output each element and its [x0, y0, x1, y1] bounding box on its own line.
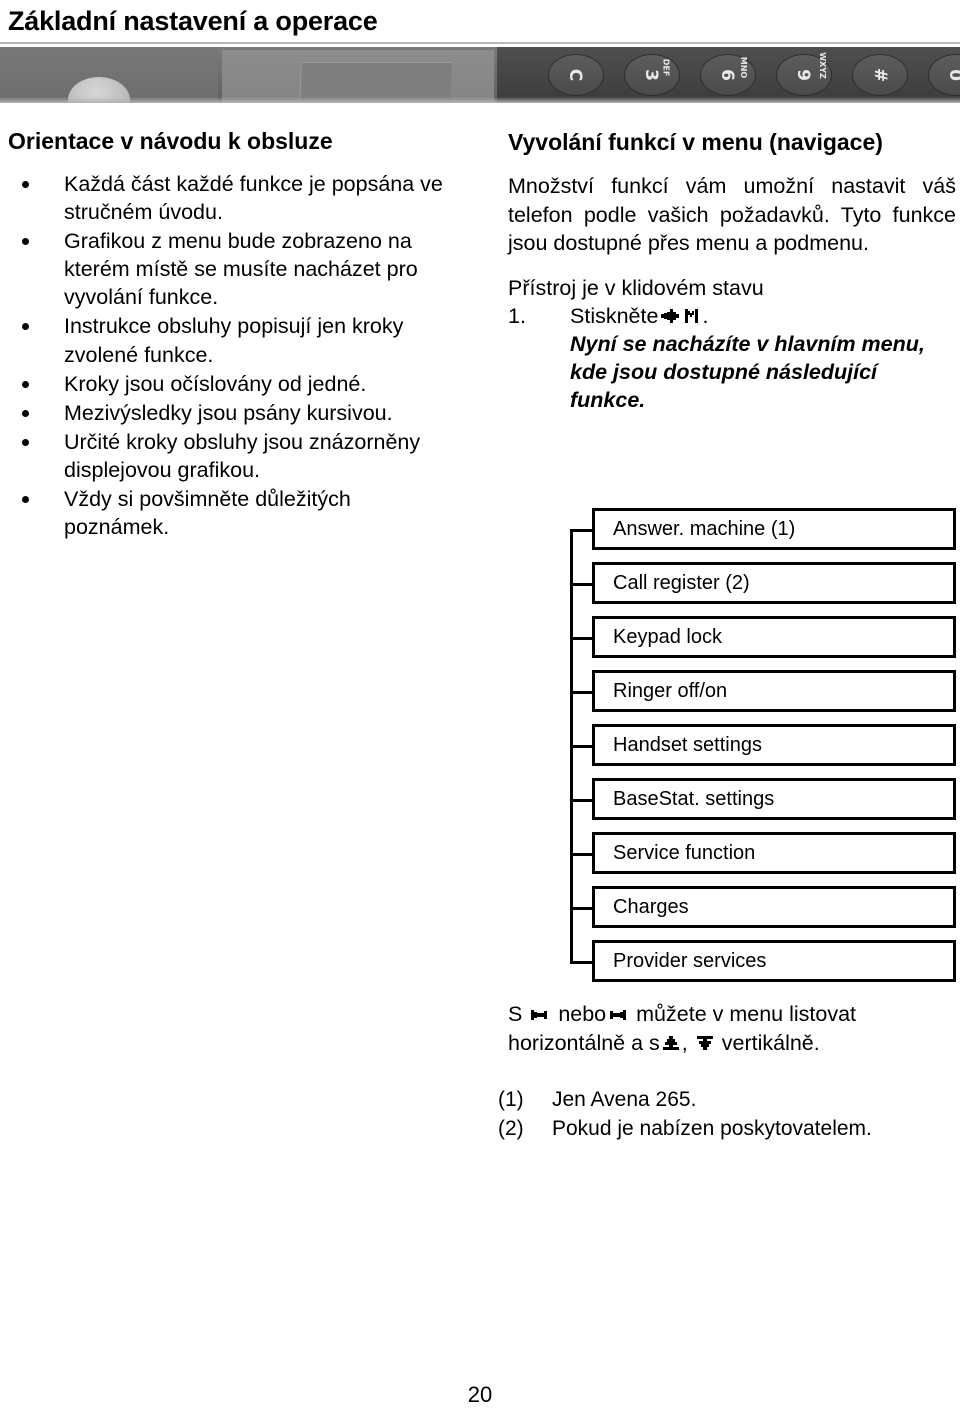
up-arrow-lcd-icon	[662, 1034, 680, 1052]
menu-node-box[interactable]: Answer. machine (1)	[592, 508, 956, 550]
tree-connector	[570, 583, 594, 586]
left-arrow-lcd-icon	[530, 1007, 550, 1023]
menu-node-box[interactable]: Ringer off/on	[592, 670, 956, 712]
closing-part-1: S	[508, 1002, 523, 1026]
tree-connector	[570, 691, 594, 694]
banner-key-glyph-6: 0	[945, 69, 960, 81]
tree-connector	[570, 637, 594, 640]
banner-right-region: C 3 6 9 # 0 DEF MNO WXYZ	[497, 47, 960, 103]
menu-node-label: BaseStat. settings	[613, 787, 775, 810]
menu-node-label: Handset settings	[613, 733, 762, 756]
menu-node-label: Answer. machine (1)	[613, 517, 796, 540]
left-section-heading: Orientace v návodu k obsluze	[8, 128, 333, 154]
banner-key-glyph-4: 9	[792, 69, 813, 81]
header-divider	[0, 42, 960, 44]
footnote-mark: (1)	[498, 1088, 524, 1111]
footnotes-block: (1) Jen Avena 265. (2) Pokud je nabízen …	[498, 1086, 958, 1144]
down-arrow-lcd-icon	[696, 1034, 714, 1052]
list-item: Určité kroky obsluhy jsou znázorněny dis…	[8, 428, 458, 484]
menu-node-box[interactable]: Provider services	[592, 940, 956, 982]
menu-node-box[interactable]: Keypad lock	[592, 616, 956, 658]
menu-node-box[interactable]: Call register (2)	[592, 562, 956, 604]
closing-part-4: vertikálně.	[721, 1030, 820, 1055]
banner-key-glyph-2: 3	[640, 69, 661, 81]
list-item: Kroky jsou očíslovány od jedné.	[8, 370, 458, 398]
list-item: Instrukce obsluhy popisují jen kroky zvo…	[8, 312, 458, 368]
step-1-row: 1. Stiskněte .	[508, 302, 956, 331]
right-section-heading: Vyvolání funkcí v menu (navigace)	[508, 129, 883, 155]
menu-node-label: Service function	[613, 841, 756, 864]
tree-connector	[570, 529, 594, 532]
menu-node[interactable]: Service function	[570, 832, 960, 878]
navigation-keys-note: S nebo můžete v menu listovat horizontál…	[508, 1000, 958, 1058]
menu-node-label: Ringer off/on	[613, 679, 728, 702]
menu-node-label: Call register (2)	[613, 571, 750, 594]
step-1-result-italic: Nyní se nacházíte v hlavním menu, kde js…	[570, 332, 925, 412]
closing-comma: ,	[681, 1030, 688, 1055]
banner-key-sub-4: WXYZ	[817, 52, 827, 79]
tree-connector	[570, 799, 594, 802]
banner-key-glyph-3: 6	[716, 69, 737, 81]
main-menu-tree-diagram: Answer. machine (1) Call register (2) Ke…	[570, 508, 960, 986]
document-page: Základní nastavení a operace C 3 6 9 # 0…	[0, 0, 960, 1419]
list-item: Každá část každé funkce je popsána ve st…	[8, 170, 458, 226]
footnote-row: (2) Pokud je nabízen poskytovatelem.	[498, 1115, 958, 1144]
left-column: Orientace v návodu k obsluze Každá část …	[8, 128, 458, 543]
banner-key-sub-2: DEF	[661, 58, 671, 77]
banner-left-region	[0, 47, 497, 103]
tree-connector	[570, 961, 594, 964]
banner-key-sub-3: MNO	[739, 56, 749, 79]
menu-node-label: Charges	[613, 895, 689, 918]
footnote-row: (1) Jen Avena 265.	[498, 1086, 958, 1115]
menu-node-box[interactable]: Service function	[592, 832, 956, 874]
menu-m-lcd-icon	[684, 307, 700, 325]
step-text-before: Stiskněte	[570, 304, 659, 329]
navigation-intro-paragraph: Množství funkcí vám umožní nastavit váš …	[508, 174, 956, 256]
banner-key-glyph-1: C	[565, 68, 586, 82]
banner-key-glyph-5: #	[870, 67, 891, 83]
menu-node[interactable]: Call register (2)	[570, 562, 960, 608]
menu-node-box[interactable]: Handset settings	[592, 724, 956, 766]
page-number: 20	[467, 1382, 493, 1407]
menu-node[interactable]: Ringer off/on	[570, 670, 960, 716]
tree-connector	[570, 745, 594, 748]
step-number: 1.	[508, 304, 526, 329]
footnote-text: Pokud je nabízen poskytovatelem.	[552, 1116, 872, 1140]
list-item: Mezivýsledky jsou psány kursivou.	[8, 399, 458, 427]
phone-keypad-banner-image: C 3 6 9 # 0 DEF MNO WXYZ	[0, 47, 960, 103]
idle-state-line: Přístroj je v klidovém stavu	[508, 275, 764, 300]
list-item: Grafikou z menu bude zobrazeno na kterém…	[8, 227, 458, 311]
right-arrow-lcd-icon	[608, 1007, 628, 1023]
list-item: Vždy si povšimněte důležitých poznámek.	[8, 485, 458, 541]
menu-node-box[interactable]: Charges	[592, 886, 956, 928]
step-text-after: .	[702, 304, 709, 329]
footnote-text: Jen Avena 265.	[552, 1088, 697, 1111]
menu-node-label: Keypad lock	[613, 625, 722, 648]
menu-node[interactable]: Keypad lock	[570, 616, 960, 662]
banner-panel-b	[222, 50, 494, 103]
menu-node-label: Provider services	[613, 949, 767, 972]
banner-bottom-fade	[0, 97, 960, 103]
menu-node-box[interactable]: BaseStat. settings	[592, 778, 956, 820]
footnote-mark: (2)	[498, 1116, 524, 1140]
menu-node[interactable]: Provider services	[570, 940, 960, 986]
right-arrow-lcd-icon	[660, 307, 680, 325]
menu-node[interactable]: Charges	[570, 886, 960, 932]
tree-connector	[570, 907, 594, 910]
right-column: Vyvolání funkcí v menu (navigace) Množst…	[508, 128, 956, 415]
menu-node[interactable]: Handset settings	[570, 724, 960, 770]
menu-node[interactable]: BaseStat. settings	[570, 778, 960, 824]
orientation-bullet-list: Každá část každé funkce je popsána ve st…	[8, 170, 458, 542]
menu-node[interactable]: Answer. machine (1)	[570, 508, 960, 554]
closing-part-2: nebo	[558, 1002, 607, 1026]
document-title: Základní nastavení a operace	[8, 6, 378, 36]
tree-connector	[570, 853, 594, 856]
